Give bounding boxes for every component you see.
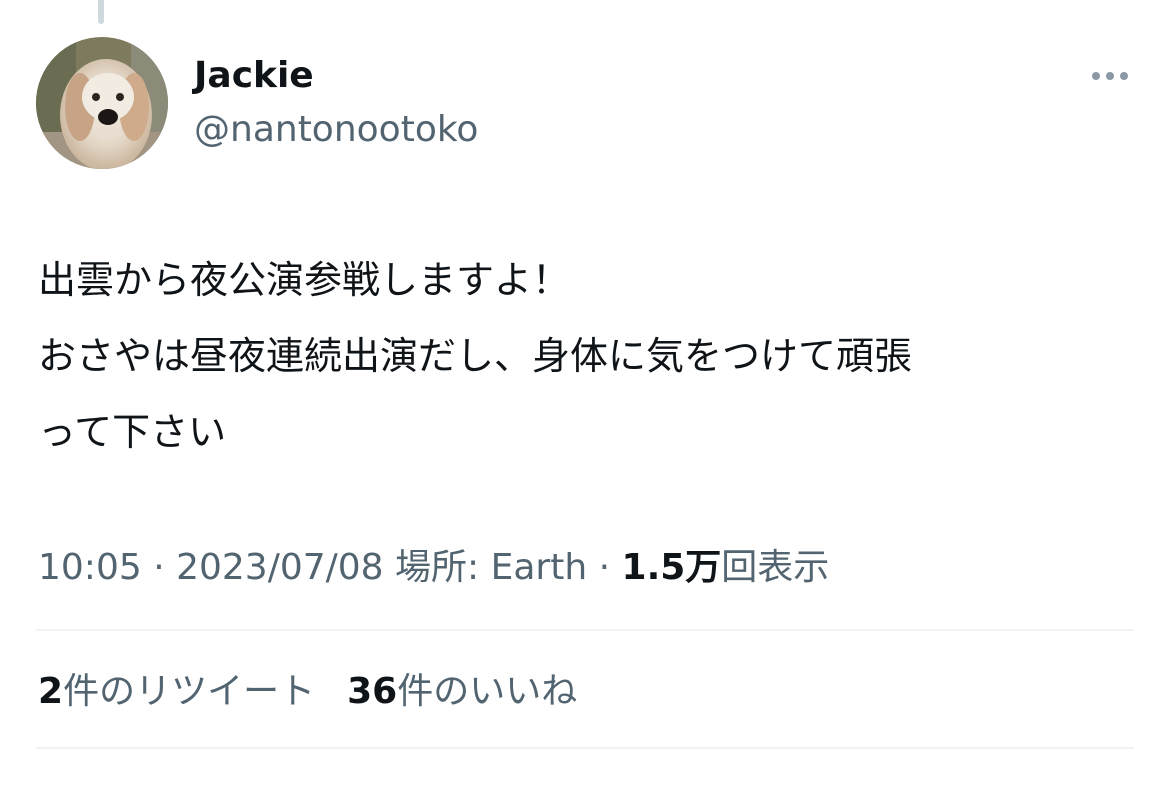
user-handle[interactable]: @nantonootoko: [194, 106, 478, 154]
more-options-button[interactable]: [1082, 60, 1138, 92]
more-horizontal-icon: [1092, 72, 1100, 80]
retweets-link[interactable]: 2件のリツイート: [38, 671, 315, 712]
views-label: 回表示: [721, 547, 830, 588]
tweet-text: 出雲から夜公演参戦しますよ！ おさやは昼夜連続出演だし、身体に気をつけて頑張 っ…: [38, 242, 1148, 470]
tweet-text-line: おさやは昼夜連続出演だし、身体に気をつけて頑張: [38, 334, 913, 378]
tweet-text-line: 出雲から夜公演参戦しますよ！: [38, 258, 571, 302]
avatar[interactable]: [36, 37, 168, 169]
likes-link[interactable]: 36件のいいね: [347, 671, 577, 712]
display-name[interactable]: Jackie: [194, 52, 314, 100]
more-horizontal-icon: [1106, 72, 1114, 80]
location-label: 場所:: [383, 547, 491, 588]
dog-avatar-icon: [36, 37, 168, 169]
tweet-text-line: って下さい: [38, 410, 227, 454]
tweet-time[interactable]: 10:05: [38, 547, 142, 588]
divider: [36, 629, 1134, 631]
tweet-meta: 10:05 · 2023/07/08 場所: Earth · 1.5万回表示: [38, 540, 829, 596]
views-count: 1.5万: [621, 547, 722, 588]
retweets-label: 件のリツイート: [63, 671, 316, 712]
meta-separator: ·: [141, 547, 177, 588]
divider: [36, 747, 1134, 749]
more-horizontal-icon: [1120, 72, 1128, 80]
likes-label: 件のいいね: [397, 671, 578, 712]
retweets-count: 2: [38, 671, 64, 712]
tweet-stats: 2件のリツイート 36件のいいね: [38, 664, 577, 720]
meta-separator: ·: [587, 547, 622, 588]
thread-connector-line: [98, 0, 104, 24]
tweet-date[interactable]: 2023/07/08: [176, 547, 384, 588]
tweet-location: Earth: [490, 547, 588, 588]
likes-count: 36: [347, 671, 398, 712]
